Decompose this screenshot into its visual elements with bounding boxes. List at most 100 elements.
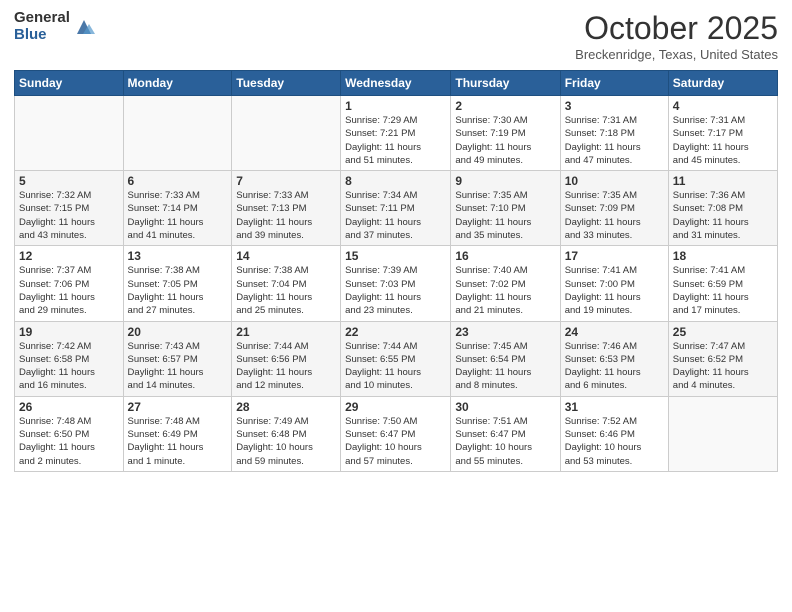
- day-info: Sunrise: 7:48 AM Sunset: 6:49 PM Dayligh…: [128, 415, 228, 468]
- calendar-cell: 16Sunrise: 7:40 AM Sunset: 7:02 PM Dayli…: [451, 246, 560, 321]
- day-number: 21: [236, 325, 336, 339]
- calendar-cell: 31Sunrise: 7:52 AM Sunset: 6:46 PM Dayli…: [560, 396, 668, 471]
- calendar-cell: 26Sunrise: 7:48 AM Sunset: 6:50 PM Dayli…: [15, 396, 124, 471]
- day-header-monday: Monday: [123, 71, 232, 96]
- calendar-cell: 22Sunrise: 7:44 AM Sunset: 6:55 PM Dayli…: [341, 321, 451, 396]
- day-info: Sunrise: 7:31 AM Sunset: 7:18 PM Dayligh…: [565, 114, 664, 167]
- day-info: Sunrise: 7:37 AM Sunset: 7:06 PM Dayligh…: [19, 264, 119, 317]
- calendar-cell: 12Sunrise: 7:37 AM Sunset: 7:06 PM Dayli…: [15, 246, 124, 321]
- day-number: 25: [673, 325, 773, 339]
- day-number: 24: [565, 325, 664, 339]
- calendar-cell: 27Sunrise: 7:48 AM Sunset: 6:49 PM Dayli…: [123, 396, 232, 471]
- day-info: Sunrise: 7:33 AM Sunset: 7:14 PM Dayligh…: [128, 189, 228, 242]
- day-number: 20: [128, 325, 228, 339]
- calendar-cell: 15Sunrise: 7:39 AM Sunset: 7:03 PM Dayli…: [341, 246, 451, 321]
- calendar-cell: [123, 96, 232, 171]
- day-info: Sunrise: 7:35 AM Sunset: 7:09 PM Dayligh…: [565, 189, 664, 242]
- calendar-cell: 20Sunrise: 7:43 AM Sunset: 6:57 PM Dayli…: [123, 321, 232, 396]
- calendar-table: SundayMondayTuesdayWednesdayThursdayFrid…: [14, 70, 778, 472]
- day-number: 27: [128, 400, 228, 414]
- day-number: 18: [673, 249, 773, 263]
- calendar-cell: [15, 96, 124, 171]
- calendar-week-3: 12Sunrise: 7:37 AM Sunset: 7:06 PM Dayli…: [15, 246, 778, 321]
- calendar-cell: 11Sunrise: 7:36 AM Sunset: 7:08 PM Dayli…: [668, 171, 777, 246]
- day-header-wednesday: Wednesday: [341, 71, 451, 96]
- calendar-cell: 4Sunrise: 7:31 AM Sunset: 7:17 PM Daylig…: [668, 96, 777, 171]
- day-info: Sunrise: 7:47 AM Sunset: 6:52 PM Dayligh…: [673, 340, 773, 393]
- day-info: Sunrise: 7:50 AM Sunset: 6:47 PM Dayligh…: [345, 415, 446, 468]
- calendar-week-2: 5Sunrise: 7:32 AM Sunset: 7:15 PM Daylig…: [15, 171, 778, 246]
- calendar-cell: 2Sunrise: 7:30 AM Sunset: 7:19 PM Daylig…: [451, 96, 560, 171]
- day-number: 22: [345, 325, 446, 339]
- day-info: Sunrise: 7:39 AM Sunset: 7:03 PM Dayligh…: [345, 264, 446, 317]
- day-info: Sunrise: 7:49 AM Sunset: 6:48 PM Dayligh…: [236, 415, 336, 468]
- day-number: 30: [455, 400, 555, 414]
- calendar-cell: 23Sunrise: 7:45 AM Sunset: 6:54 PM Dayli…: [451, 321, 560, 396]
- day-number: 28: [236, 400, 336, 414]
- calendar-cell: 13Sunrise: 7:38 AM Sunset: 7:05 PM Dayli…: [123, 246, 232, 321]
- day-number: 6: [128, 174, 228, 188]
- day-info: Sunrise: 7:41 AM Sunset: 6:59 PM Dayligh…: [673, 264, 773, 317]
- calendar-cell: 24Sunrise: 7:46 AM Sunset: 6:53 PM Dayli…: [560, 321, 668, 396]
- day-number: 17: [565, 249, 664, 263]
- day-number: 31: [565, 400, 664, 414]
- day-info: Sunrise: 7:41 AM Sunset: 7:00 PM Dayligh…: [565, 264, 664, 317]
- day-number: 23: [455, 325, 555, 339]
- day-info: Sunrise: 7:44 AM Sunset: 6:56 PM Dayligh…: [236, 340, 336, 393]
- day-info: Sunrise: 7:33 AM Sunset: 7:13 PM Dayligh…: [236, 189, 336, 242]
- logo: General Blue: [14, 10, 95, 43]
- title-section: October 2025 Breckenridge, Texas, United…: [575, 10, 778, 62]
- day-info: Sunrise: 7:30 AM Sunset: 7:19 PM Dayligh…: [455, 114, 555, 167]
- calendar-cell: 3Sunrise: 7:31 AM Sunset: 7:18 PM Daylig…: [560, 96, 668, 171]
- calendar-cell: 17Sunrise: 7:41 AM Sunset: 7:00 PM Dayli…: [560, 246, 668, 321]
- day-number: 3: [565, 99, 664, 113]
- day-info: Sunrise: 7:42 AM Sunset: 6:58 PM Dayligh…: [19, 340, 119, 393]
- day-info: Sunrise: 7:48 AM Sunset: 6:50 PM Dayligh…: [19, 415, 119, 468]
- day-number: 19: [19, 325, 119, 339]
- calendar-cell: 14Sunrise: 7:38 AM Sunset: 7:04 PM Dayli…: [232, 246, 341, 321]
- day-info: Sunrise: 7:34 AM Sunset: 7:11 PM Dayligh…: [345, 189, 446, 242]
- day-number: 4: [673, 99, 773, 113]
- day-info: Sunrise: 7:36 AM Sunset: 7:08 PM Dayligh…: [673, 189, 773, 242]
- day-number: 16: [455, 249, 555, 263]
- calendar-cell: [668, 396, 777, 471]
- calendar-cell: [232, 96, 341, 171]
- calendar-cell: 25Sunrise: 7:47 AM Sunset: 6:52 PM Dayli…: [668, 321, 777, 396]
- day-number: 7: [236, 174, 336, 188]
- page-header: General Blue October 2025 Breckenridge, …: [14, 10, 778, 62]
- day-number: 11: [673, 174, 773, 188]
- day-number: 9: [455, 174, 555, 188]
- day-header-tuesday: Tuesday: [232, 71, 341, 96]
- calendar-cell: 5Sunrise: 7:32 AM Sunset: 7:15 PM Daylig…: [15, 171, 124, 246]
- day-info: Sunrise: 7:38 AM Sunset: 7:04 PM Dayligh…: [236, 264, 336, 317]
- day-number: 12: [19, 249, 119, 263]
- day-number: 26: [19, 400, 119, 414]
- day-number: 2: [455, 99, 555, 113]
- calendar-cell: 28Sunrise: 7:49 AM Sunset: 6:48 PM Dayli…: [232, 396, 341, 471]
- calendar-cell: 18Sunrise: 7:41 AM Sunset: 6:59 PM Dayli…: [668, 246, 777, 321]
- calendar-week-5: 26Sunrise: 7:48 AM Sunset: 6:50 PM Dayli…: [15, 396, 778, 471]
- day-info: Sunrise: 7:51 AM Sunset: 6:47 PM Dayligh…: [455, 415, 555, 468]
- location: Breckenridge, Texas, United States: [575, 47, 778, 62]
- month-title: October 2025: [575, 10, 778, 47]
- day-header-thursday: Thursday: [451, 71, 560, 96]
- day-number: 8: [345, 174, 446, 188]
- day-header-saturday: Saturday: [668, 71, 777, 96]
- calendar-cell: 21Sunrise: 7:44 AM Sunset: 6:56 PM Dayli…: [232, 321, 341, 396]
- day-info: Sunrise: 7:31 AM Sunset: 7:17 PM Dayligh…: [673, 114, 773, 167]
- day-number: 10: [565, 174, 664, 188]
- day-number: 1: [345, 99, 446, 113]
- day-info: Sunrise: 7:46 AM Sunset: 6:53 PM Dayligh…: [565, 340, 664, 393]
- calendar-cell: 29Sunrise: 7:50 AM Sunset: 6:47 PM Dayli…: [341, 396, 451, 471]
- day-info: Sunrise: 7:38 AM Sunset: 7:05 PM Dayligh…: [128, 264, 228, 317]
- calendar-cell: 8Sunrise: 7:34 AM Sunset: 7:11 PM Daylig…: [341, 171, 451, 246]
- logo-blue-text: Blue: [14, 27, 70, 44]
- calendar-cell: 6Sunrise: 7:33 AM Sunset: 7:14 PM Daylig…: [123, 171, 232, 246]
- calendar-cell: 7Sunrise: 7:33 AM Sunset: 7:13 PM Daylig…: [232, 171, 341, 246]
- calendar-header-row: SundayMondayTuesdayWednesdayThursdayFrid…: [15, 71, 778, 96]
- day-number: 13: [128, 249, 228, 263]
- logo-icon: [73, 16, 95, 38]
- day-info: Sunrise: 7:52 AM Sunset: 6:46 PM Dayligh…: [565, 415, 664, 468]
- day-info: Sunrise: 7:32 AM Sunset: 7:15 PM Dayligh…: [19, 189, 119, 242]
- calendar-cell: 30Sunrise: 7:51 AM Sunset: 6:47 PM Dayli…: [451, 396, 560, 471]
